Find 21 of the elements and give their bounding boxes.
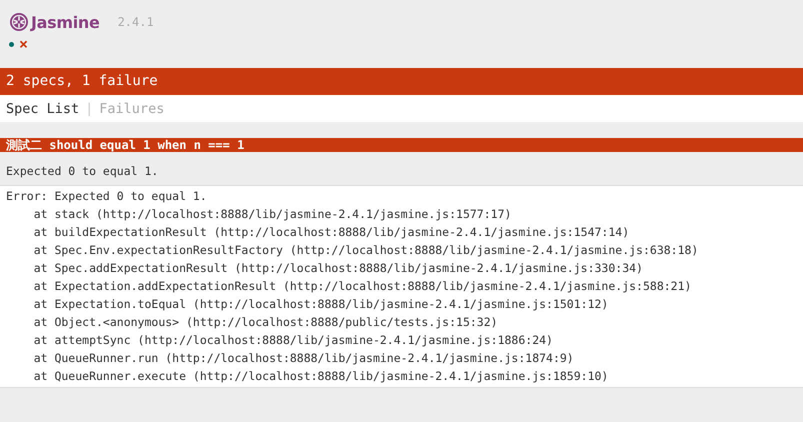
failed-spec-title[interactable]: 測試二 should equal 1 when n === 1 — [0, 138, 803, 152]
jasmine-logo: Jasmine — [31, 12, 100, 32]
failure-message: Expected 0 to equal 1. — [5, 163, 160, 180]
stack-line: at buildExpectationResult (http://localhost:8888/lib/jasmine-2.4.1/jasmine.js:1547:14) — [32, 224, 630, 241]
stack-line: at QueueRunner.execute (http://localhost:8888/lib/jasmine-2.4.1/jasmine.js:1859:10) — [32, 368, 610, 385]
stack-line: at Spec.addExpectationResult (http://localhost:8888/lib/jasmine-2.4.1/jasmine.js:330:34) — [32, 260, 644, 277]
stack-line: at attemptSync (http://localhost:8888/lib/jasmine-2.4.1/jasmine.js:1886:24) — [32, 332, 554, 349]
stack-line: at QueueRunner.run (http://localhost:8888/lib/jasmine-2.4.1/jasmine.js:1874:9) — [32, 350, 575, 367]
stack-line: Error: Expected 0 to equal 1. — [6, 188, 208, 205]
stack-line: at Expectation.toEqual (http://localhost:8888/lib/jasmine-2.4.1/jasmine.js:1501:12) — [32, 296, 610, 313]
passed-spec-dot[interactable] — [9, 42, 14, 46]
jasmine-logo-icon — [9, 12, 29, 32]
stack-line: at Object.<anonymous> (http://localhost:8888/public/tests.js:15:32) — [32, 314, 499, 331]
tab-link[interactable]: Spec List — [6, 100, 80, 116]
tab-separator: | — [85, 100, 94, 116]
version-label: 2.4.1 — [118, 15, 154, 29]
failed-spec-mark[interactable]: × — [19, 36, 28, 52]
stack-line: at Expectation.addExpectationResult (http://localhost:8888/lib/jasmine-2.4.1/jasmine.js:588:21) — [32, 278, 692, 295]
summary-bar: 2 specs, 1 failure — [0, 68, 803, 95]
stack-line: at Spec.Env.expectationResultFactory (http://localhost:8888/lib/jasmine-2.4.1/jasmine.js:638:18) — [32, 242, 700, 259]
stack-line: at stack (http://localhost:8888/lib/jasmine-2.4.1/jasmine.js:1577:17) — [32, 206, 512, 223]
